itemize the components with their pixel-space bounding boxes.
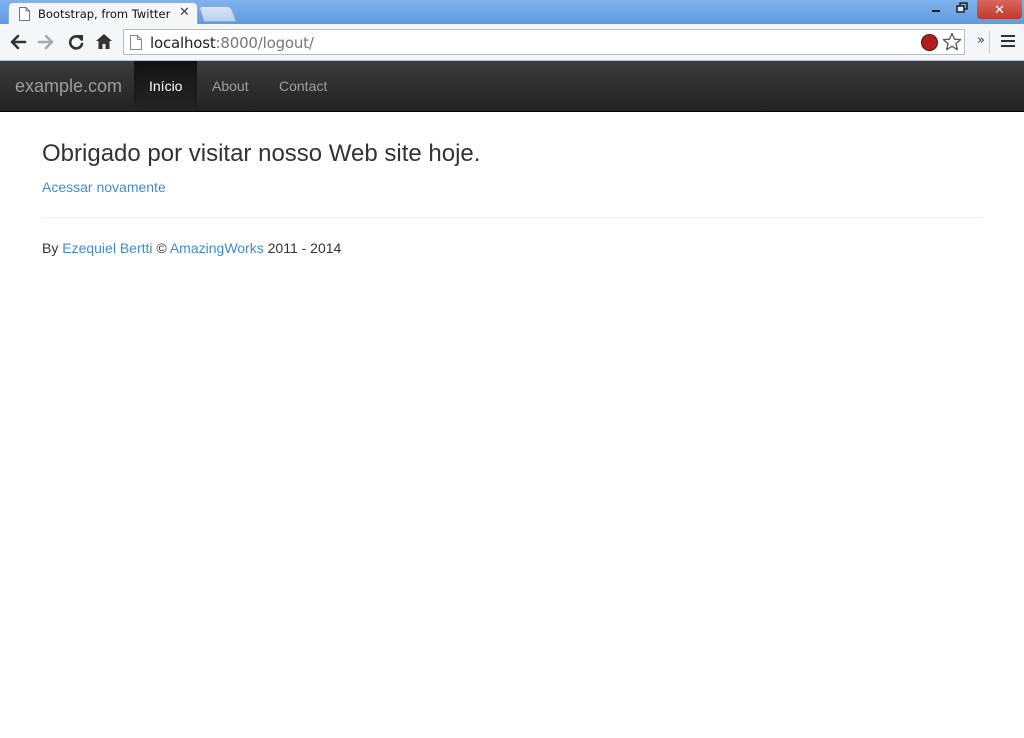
author-link[interactable]: Ezequiel Bertti bbox=[62, 240, 152, 256]
restore-icon[interactable] bbox=[949, 2, 975, 20]
browser-toolbar: localhost:8000/logout/ bbox=[0, 24, 1024, 61]
home-icon[interactable] bbox=[94, 32, 114, 52]
navbar-brand[interactable]: example.com bbox=[15, 76, 122, 97]
url-path: :8000/logout/ bbox=[215, 34, 314, 52]
tab-title: Bootstrap, from Twitter bbox=[38, 7, 171, 21]
footer-prefix: By bbox=[42, 240, 63, 256]
bookmark-star-icon[interactable] bbox=[942, 32, 962, 52]
nav-item-inicio[interactable]: Início bbox=[134, 61, 197, 111]
nav-item-about[interactable]: About bbox=[197, 61, 264, 111]
page-document-icon bbox=[19, 7, 30, 21]
copyright-symbol: © bbox=[152, 240, 170, 256]
address-bar[interactable]: localhost:8000/logout/ bbox=[123, 29, 965, 55]
nav-item-contact[interactable]: Contact bbox=[264, 61, 342, 111]
browser-tab[interactable]: Bootstrap, from Twitter ✕ bbox=[8, 2, 198, 25]
browser-titlebar: Bootstrap, from Twitter ✕ ✕ bbox=[0, 0, 1024, 25]
tab-close-icon[interactable]: ✕ bbox=[179, 5, 190, 20]
site-navbar: example.com Início About Contact bbox=[0, 61, 1024, 112]
page-document-icon bbox=[130, 35, 142, 50]
back-arrow-icon[interactable] bbox=[8, 32, 28, 52]
minimize-icon[interactable] bbox=[923, 2, 949, 20]
footer-years: 2011 - 2014 bbox=[263, 240, 342, 256]
extensions-overflow-icon[interactable]: » bbox=[977, 33, 985, 48]
url-text[interactable]: localhost:8000/logout/ bbox=[150, 34, 314, 52]
browser-menu-icon[interactable] bbox=[1001, 35, 1015, 50]
forward-arrow-icon[interactable] bbox=[36, 32, 56, 52]
company-link[interactable]: AmazingWorks bbox=[170, 240, 264, 256]
page-heading: Obrigado por visitar nosso Web site hoje… bbox=[42, 140, 481, 167]
toolbar-divider bbox=[989, 31, 990, 53]
window-close-icon[interactable]: ✕ bbox=[977, 0, 1022, 19]
divider bbox=[42, 217, 983, 218]
login-again-link[interactable]: Acessar novamente bbox=[42, 179, 166, 195]
reload-icon[interactable] bbox=[66, 32, 86, 52]
new-tab-button[interactable] bbox=[198, 6, 237, 22]
footer: By Ezequiel Bertti © AmazingWorks 2011 -… bbox=[42, 240, 341, 256]
url-host: localhost bbox=[150, 34, 216, 52]
extension-icon[interactable] bbox=[921, 34, 938, 51]
